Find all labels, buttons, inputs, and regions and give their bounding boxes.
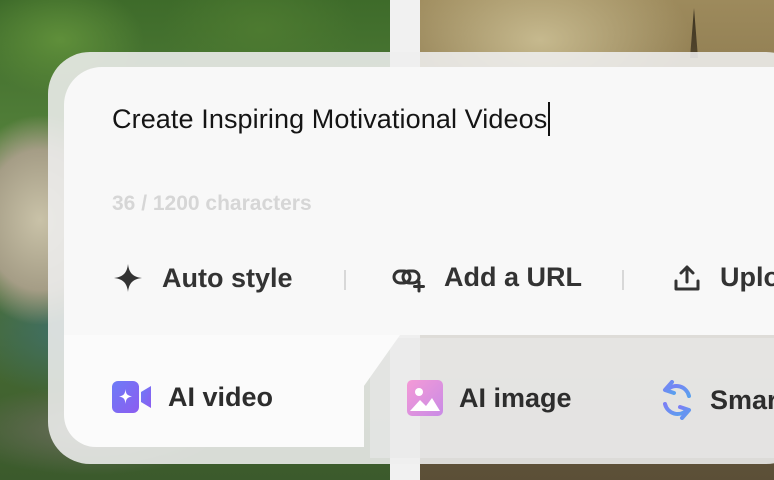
- tab-smart-label: Smar: [710, 384, 774, 415]
- tab-ai-video-label: AI video: [168, 381, 274, 412]
- upload-icon: [674, 265, 700, 290]
- add-url-button[interactable]: Add a URL: [392, 262, 582, 293]
- prompt-text: Create Inspiring Motivational Videos: [112, 104, 548, 135]
- prompt-input[interactable]: Create Inspiring Motivational Videos: [112, 102, 551, 138]
- image-icon: [407, 380, 443, 416]
- upload-button[interactable]: Uplo: [672, 262, 774, 293]
- add-url-label: Add a URL: [444, 262, 582, 292]
- sparkle-icon: [114, 264, 142, 292]
- video-camera-icon: [112, 381, 151, 413]
- link-plus-icon: [392, 269, 425, 292]
- tab-ai-image-label: AI image: [459, 382, 572, 413]
- tab-smart[interactable]: Smar: [660, 380, 774, 420]
- character-counter: 36 / 1200 characters: [112, 192, 312, 215]
- tab-ai-image[interactable]: AI image: [407, 380, 572, 416]
- auto-style-button[interactable]: Auto style: [112, 262, 293, 294]
- tab-ai-video[interactable]: AI video: [112, 380, 273, 414]
- auto-style-label: Auto style: [162, 262, 293, 293]
- toolbar-separator: [622, 270, 624, 290]
- text-caret: [548, 102, 551, 136]
- toolbar-separator: [344, 270, 346, 290]
- upload-label: Uplo: [720, 262, 774, 292]
- refresh-icon: [663, 380, 691, 420]
